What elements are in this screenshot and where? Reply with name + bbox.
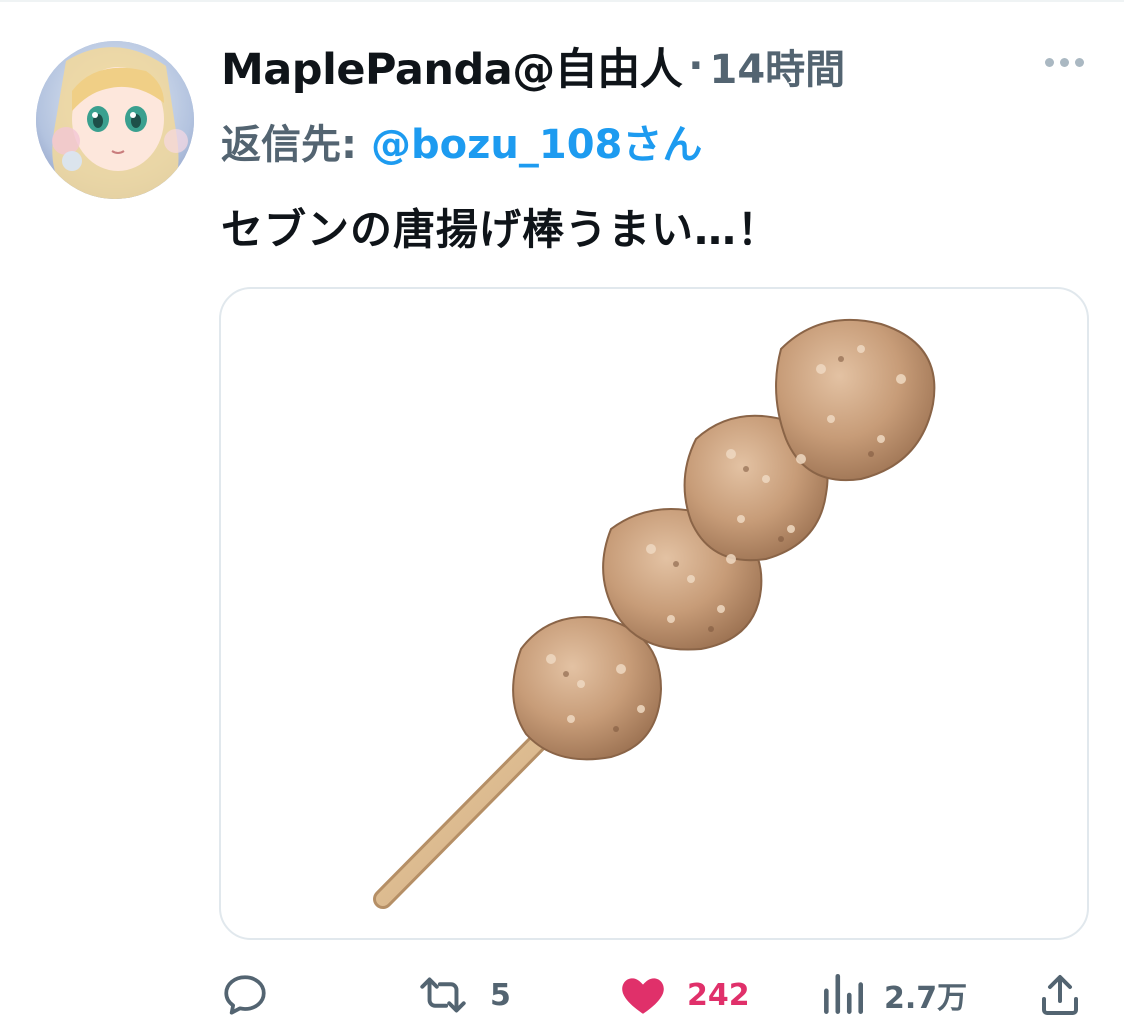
timestamp[interactable]: 14時間 xyxy=(709,37,845,95)
share-button[interactable] xyxy=(1036,960,1084,1030)
more-dots-icon xyxy=(1074,57,1084,67)
display-name[interactable]: MaplePanda@自由人 xyxy=(221,35,683,97)
reply-handle-link[interactable]: @bozu_108さん xyxy=(371,112,702,170)
more-dots-icon xyxy=(1044,57,1054,67)
retweet-count: 5 xyxy=(490,977,511,1013)
views-button[interactable]: 2.7万 xyxy=(820,960,967,1030)
views-count: 2.7万 xyxy=(884,981,968,1016)
retweet-icon xyxy=(414,970,472,1020)
retweet-button[interactable]: 5 xyxy=(414,960,511,1030)
header-separator: · xyxy=(688,43,704,89)
avatar[interactable] xyxy=(36,41,194,199)
reply-button[interactable] xyxy=(220,960,288,1030)
tweet-media-image[interactable] xyxy=(219,287,1089,940)
top-divider xyxy=(0,0,1124,2)
reply-label: 返信先: xyxy=(221,122,357,168)
more-options-button[interactable] xyxy=(1036,46,1092,78)
like-count: 242 xyxy=(687,977,750,1013)
reply-bubble-icon xyxy=(220,970,270,1020)
like-button[interactable]: 242 xyxy=(617,960,750,1030)
bar-chart-icon xyxy=(820,970,866,1020)
tweet-header: MaplePanda@自由人 · 14時間 xyxy=(221,36,845,96)
tweet-text: セブンの唐揚げ棒うまい…！ xyxy=(221,205,781,254)
karaage-skewer-image xyxy=(373,318,936,909)
more-dots-icon xyxy=(1059,57,1069,67)
heart-filled-icon xyxy=(617,970,669,1020)
action-bar: 5 242 2.7万 xyxy=(0,960,1124,1030)
replying-to: 返信先: @bozu_108さん xyxy=(221,112,702,170)
share-upload-icon xyxy=(1036,970,1084,1020)
avatar-illustration xyxy=(36,41,194,199)
